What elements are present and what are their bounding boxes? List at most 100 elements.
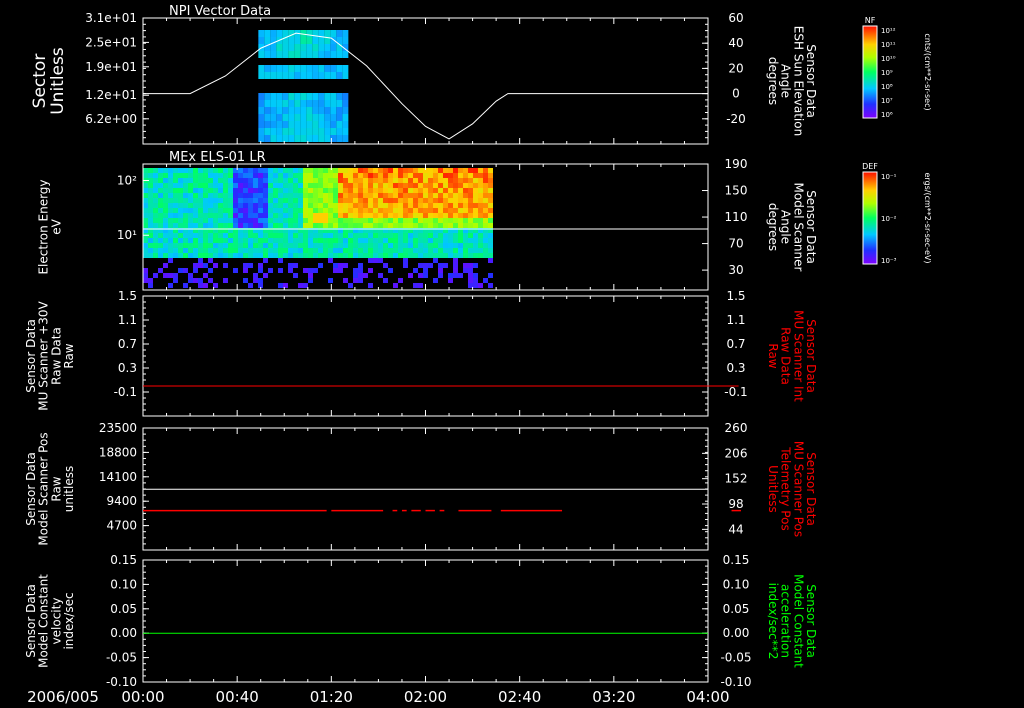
els-cell <box>313 168 318 173</box>
els-cell <box>243 243 248 248</box>
els-cell <box>258 263 263 268</box>
els-cell <box>173 253 178 258</box>
els-cell <box>253 203 258 208</box>
els-cell <box>488 238 493 243</box>
els-cell <box>448 198 453 203</box>
npi-cell <box>294 107 301 114</box>
els-cell <box>398 203 403 208</box>
npi-cell <box>342 37 349 44</box>
els-cell <box>448 213 453 218</box>
els-cell <box>273 253 278 258</box>
els-cell <box>213 218 218 223</box>
els-cell <box>258 268 263 273</box>
y-tick-label: 1.1 <box>118 313 137 327</box>
els-cell <box>173 168 178 173</box>
npi-cell <box>342 128 349 135</box>
npi-cell <box>318 107 325 114</box>
els-cell <box>388 213 393 218</box>
els-cell <box>213 223 218 228</box>
els-cell <box>468 173 473 178</box>
els-cell <box>463 248 468 253</box>
els-cell <box>253 223 258 228</box>
els-cell <box>143 253 148 258</box>
els-cell <box>178 203 183 208</box>
npi-cell <box>270 121 277 128</box>
els-cell <box>173 233 178 238</box>
els-cell <box>363 188 368 193</box>
els-cell <box>353 168 358 173</box>
els-cell <box>178 168 183 173</box>
els-cell <box>468 273 473 278</box>
els-cell <box>338 263 343 268</box>
els-cell <box>258 203 263 208</box>
els-cell <box>308 168 313 173</box>
els-cell <box>343 188 348 193</box>
els-cell <box>353 273 358 278</box>
els-cell <box>343 233 348 238</box>
els-cell <box>263 188 268 193</box>
els-cell <box>143 208 148 213</box>
els-cell <box>143 198 148 203</box>
els-cell <box>438 233 443 238</box>
els-cell <box>413 183 418 188</box>
els-cell <box>213 193 218 198</box>
npi-cell <box>342 72 349 79</box>
npi-cell <box>294 121 301 128</box>
npi-cell <box>306 135 313 142</box>
els-cell <box>463 168 468 173</box>
els-cell <box>343 168 348 173</box>
colorbar-tick-label: 10⁸ <box>881 83 893 91</box>
els-cell <box>468 188 473 193</box>
npi-cell <box>258 114 265 121</box>
els-cell <box>168 173 173 178</box>
els-cell <box>288 208 293 213</box>
els-cell <box>323 243 328 248</box>
els-cell <box>443 248 448 253</box>
els-cell <box>293 248 298 253</box>
els-cell <box>143 203 148 208</box>
els-cell <box>208 248 213 253</box>
els-cell <box>313 173 318 178</box>
y-axis-label-line-1: eV <box>49 218 63 234</box>
els-cell <box>273 188 278 193</box>
els-cell <box>148 213 153 218</box>
els-cell <box>273 168 278 173</box>
els-cell <box>258 198 263 203</box>
els-cell <box>428 248 433 253</box>
npi-cell <box>312 51 319 58</box>
els-cell <box>253 183 258 188</box>
els-cell <box>188 198 193 203</box>
els-cell <box>293 168 298 173</box>
els-cell <box>193 178 198 183</box>
els-cell <box>218 198 223 203</box>
right-y-tick-label: 0.15 <box>723 553 750 567</box>
els-cell <box>143 168 148 173</box>
els-cell <box>188 218 193 223</box>
els-cell <box>298 248 303 253</box>
els-cell <box>253 218 258 223</box>
npi-cell <box>330 128 337 135</box>
els-cell <box>418 263 423 268</box>
els-cell <box>303 248 308 253</box>
els-cell <box>288 243 293 248</box>
els-cell <box>238 198 243 203</box>
els-cell <box>428 178 433 183</box>
npi-cell <box>312 100 319 107</box>
els-cell <box>413 268 418 273</box>
els-cell <box>418 193 423 198</box>
npi-cell <box>264 107 271 114</box>
npi-cell <box>294 93 301 100</box>
els-cell <box>438 188 443 193</box>
npi-cell <box>282 128 289 135</box>
els-cell <box>428 188 433 193</box>
els-cell <box>178 223 183 228</box>
els-cell <box>243 233 248 238</box>
els-cell <box>428 203 433 208</box>
els-cell <box>353 178 358 183</box>
y-tick-label: 9400 <box>106 494 137 508</box>
els-cell <box>318 233 323 238</box>
els-cell <box>288 188 293 193</box>
els-cell <box>368 203 373 208</box>
els-cell <box>173 193 178 198</box>
els-cell <box>233 208 238 213</box>
